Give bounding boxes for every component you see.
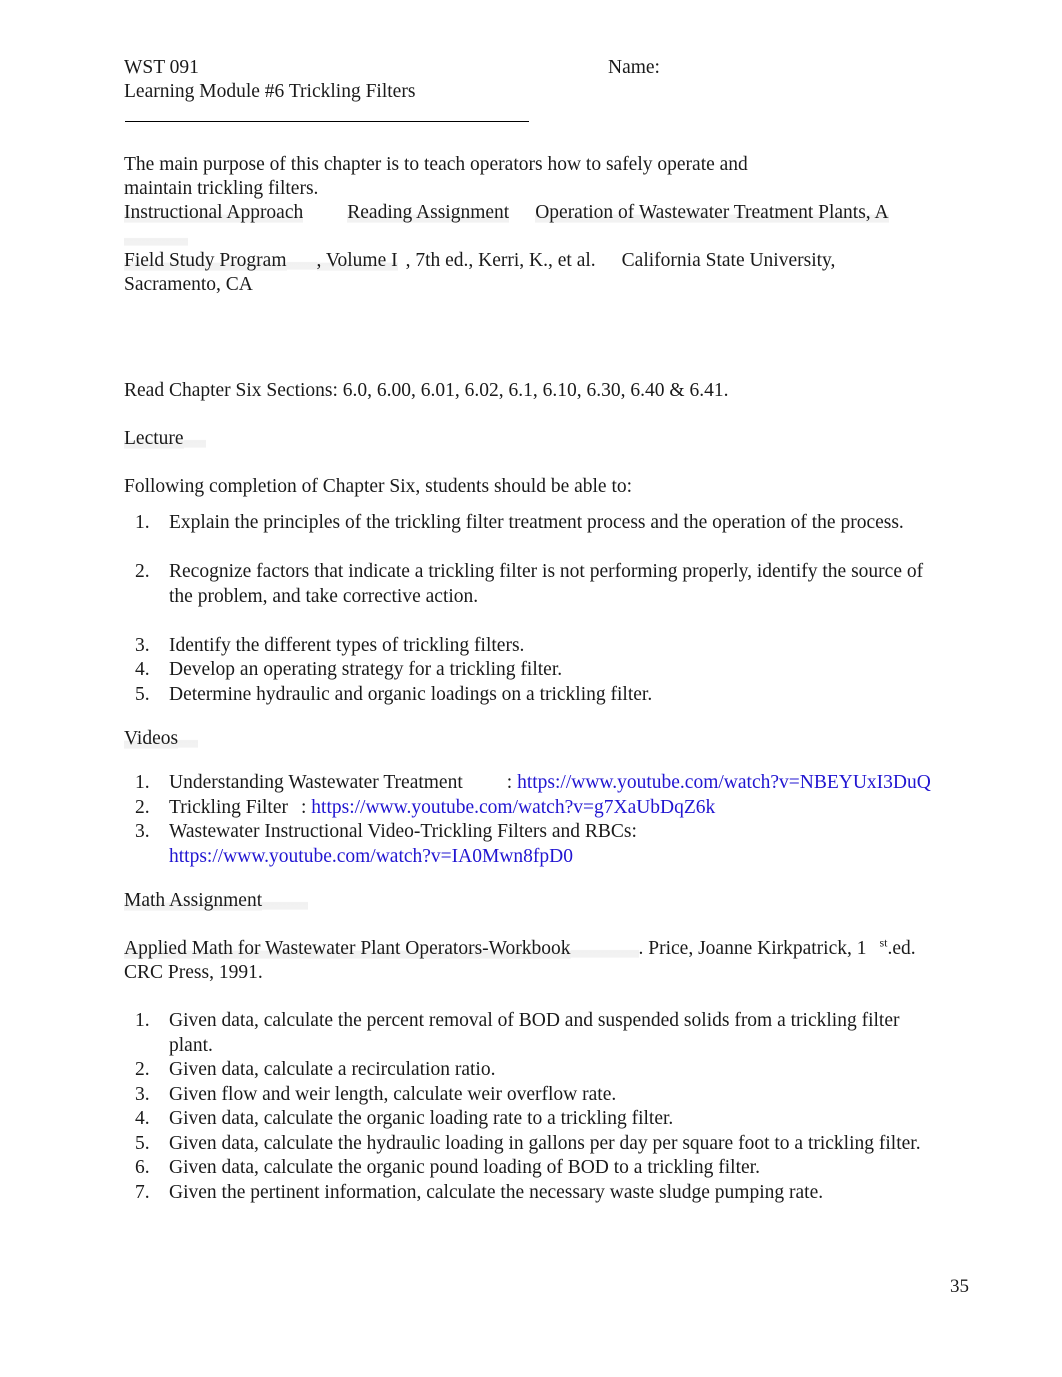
list-item-number: 3. [135, 821, 150, 842]
math-problems-list: 1. Given data, calculate the percent rem… [124, 1009, 934, 1205]
list-item: 4. Develop an operating strategy for a t… [135, 658, 934, 683]
list-item: 2. Trickling Filter: https://www.youtube… [135, 796, 934, 821]
list-item-text: Determine hydraulic and organic loadings… [169, 683, 653, 705]
lecture-objectives-list: 1. Explain the principles of the trickli… [124, 511, 934, 707]
math-reference-edition: .ed. [887, 938, 916, 959]
list-item-text: Explain the principles of the trickling … [169, 512, 904, 533]
list-item: 7. Given the pertinent information, calc… [135, 1181, 934, 1206]
list-item-number: 1. [135, 1010, 150, 1031]
list-item-number: 5. [135, 683, 150, 705]
list-item-number: 1. [135, 772, 150, 793]
name-label: Name: [608, 57, 660, 78]
list-item-text: Given data, calculate the organic pound … [169, 1157, 760, 1178]
page-number: 35 [950, 1276, 969, 1297]
lecture-intro: Following completion of Chapter Six, stu… [124, 476, 633, 497]
list-item-number: 2. [135, 1059, 150, 1080]
list-item: 3. Identify the different types of trick… [135, 634, 934, 659]
list-item-number: 4. [135, 659, 150, 680]
video-label: Understanding Wastewater Treatment [169, 772, 463, 793]
document-body: WST 091 Learning Module #6 Trickling Fil… [124, 56, 934, 1205]
math-assignment-heading-row: Math Assignment [124, 889, 934, 913]
video-separator: : [301, 796, 307, 818]
video-label: Trickling Filter [169, 796, 288, 818]
video-separator: : [506, 772, 513, 793]
video-link[interactable]: https://www.youtube.com/watch?v=g7XaUbDq… [311, 797, 715, 818]
videos-list: 1. Understanding Wastewater Treatment: h… [124, 771, 934, 869]
videos-heading: Videos [124, 728, 179, 749]
list-item-text: Identify the different types of tricklin… [169, 634, 525, 656]
videos-heading-row: Videos [124, 727, 934, 751]
list-item: 2. Given data, calculate a recirculation… [135, 1058, 934, 1083]
list-item: 5. Determine hydraulic and organic loadi… [135, 683, 934, 708]
list-item-text: Given data, calculate the hydraulic load… [169, 1132, 921, 1154]
list-item-number: 4. [135, 1108, 150, 1129]
math-reference-line-1: Applied Math for Wastewater Plant Operat… [124, 937, 934, 961]
module-title: Learning Module #6 Trickling Filters [124, 81, 416, 102]
math-reference-line-2: CRC Press, 1991. [124, 962, 263, 983]
list-item-text: Given data, calculate the organic loadin… [169, 1108, 674, 1129]
list-item-text: Given data, calculate a recirculation ra… [169, 1059, 496, 1080]
shade-tail-3 [183, 428, 206, 448]
lecture-heading-row: Lecture [124, 427, 934, 451]
book-edition-authors: , 7th ed., Kerri, K., et al. [405, 250, 596, 271]
list-item-number: 3. [135, 634, 150, 656]
list-item-text: Recognize factors that indicate a trickl… [169, 561, 924, 607]
list-item: 2. Recognize factors that indicate a tri… [135, 560, 934, 634]
citation-line-2: Field Study Program , Volume I , 7th ed., … [124, 249, 934, 273]
ordinal-suffix: st [879, 935, 888, 950]
list-item-number: 2. [135, 796, 150, 818]
list-item: 3. Wastewater Instructional Video-Trickl… [135, 820, 934, 869]
document-page: WST 091 Learning Module #6 Trickling Fil… [0, 0, 1062, 1377]
list-item: 1. Given data, calculate the percent rem… [135, 1009, 934, 1058]
shade-tail-1 [124, 226, 188, 246]
list-item-number: 7. [135, 1181, 150, 1203]
purpose-line-1: The main purpose of this chapter is to t… [124, 154, 748, 175]
list-item-number: 2. [135, 561, 150, 582]
list-item: 6. Given data, calculate the organic pou… [135, 1156, 934, 1181]
reading-assignment-label: Reading Assignment [347, 202, 510, 223]
lecture-heading: Lecture [124, 428, 184, 449]
list-item-text: Given the pertinent information, calcula… [169, 1181, 824, 1203]
list-item-text: Given data, calculate the percent remova… [169, 1010, 900, 1056]
list-item-text: Develop an operating strategy for a tric… [169, 659, 563, 680]
list-item: 5. Given data, calculate the hydraulic l… [135, 1132, 934, 1157]
list-item-text: Given flow and weir length, calculate we… [169, 1083, 617, 1105]
list-item-number: 5. [135, 1132, 150, 1154]
list-item-number: 1. [135, 512, 150, 533]
course-code: WST 091 [124, 57, 199, 78]
math-reference-title: Applied Math for Wastewater Plant Operat… [124, 938, 571, 959]
shade-tail-4 [178, 728, 199, 748]
shade-tail-6 [570, 938, 639, 958]
book-title-part-2: Field Study Program [124, 250, 287, 271]
document-header: WST 091 Learning Module #6 Trickling Fil… [124, 56, 934, 104]
list-item-number: 3. [135, 1083, 150, 1105]
list-item: 1. Explain the principles of the trickli… [135, 511, 934, 560]
list-item: 4. Given data, calculate the organic loa… [135, 1107, 934, 1132]
instructional-approach-label: Instructional Approach [124, 202, 304, 223]
book-volume: , Volume I [316, 250, 398, 271]
citation-line-1: Instructional Approach Reading Assignment… [124, 201, 934, 249]
math-assignment-heading: Math Assignment [124, 890, 263, 911]
list-item-number: 6. [135, 1157, 150, 1178]
list-item: 1. Understanding Wastewater Treatment: h… [135, 771, 934, 796]
book-title-part-1: Operation of Wastewater Treatment Plants… [535, 202, 889, 223]
citation-line-3: Sacramento, CA [124, 274, 253, 295]
video-link[interactable]: https://www.youtube.com/watch?v=NBEYUxI3… [517, 772, 931, 793]
math-reference-rest: . Price, Joanne Kirkpatrick, 1 [638, 938, 867, 959]
list-item: 3. Given flow and weir length, calculate… [135, 1083, 934, 1108]
module-title-row: Learning Module #6 Trickling Filters Nam… [124, 57, 934, 104]
shade-tail-2 [286, 250, 317, 270]
video-link[interactable]: https://www.youtube.com/watch?v=IA0Mwn8f… [169, 846, 573, 867]
purpose-line-2: maintain trickling filters. [124, 178, 319, 199]
book-publisher: California State University, [621, 250, 836, 271]
video-label: Wastewater Instructional Video-Trickling… [169, 821, 637, 842]
shade-tail-5 [262, 890, 309, 910]
reading-sections: Read Chapter Six Sections: 6.0, 6.00, 6.… [124, 380, 729, 401]
